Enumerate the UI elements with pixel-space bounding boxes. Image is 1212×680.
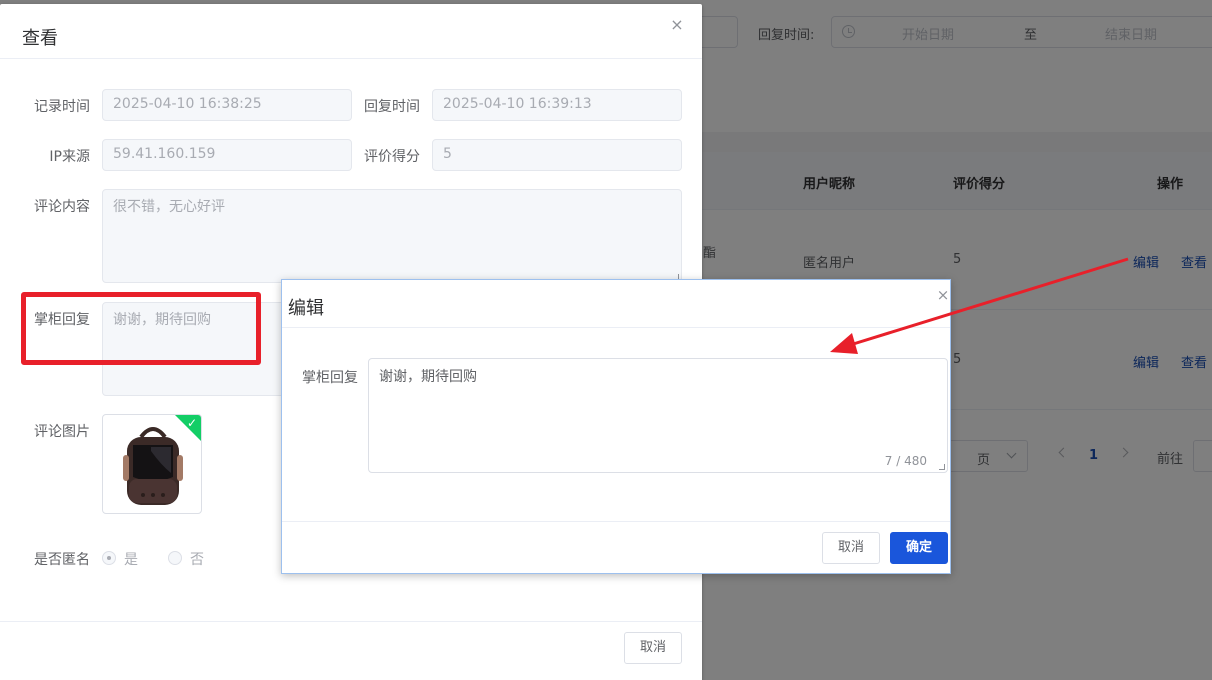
highlight-box (21, 292, 261, 365)
comment-image-thumbnail[interactable]: ✓ (102, 414, 202, 514)
dialog-title: 查看 (22, 28, 58, 49)
view-cancel-button[interactable]: 取消 (624, 632, 682, 664)
divider (0, 58, 702, 59)
dialog-title: 编辑 (288, 298, 324, 319)
anonymous-yes-label: 是 (124, 552, 138, 568)
edit-cancel-button[interactable]: 取消 (822, 532, 880, 564)
resize-handle-icon[interactable] (939, 464, 945, 470)
comment-label: 评论内容 (34, 199, 90, 215)
close-icon[interactable]: × (669, 17, 685, 33)
char-counter: 7 / 480 (884, 454, 927, 468)
record-time-field[interactable]: 2025-04-10 16:38:25 (102, 89, 352, 121)
divider (0, 621, 702, 622)
ip-field[interactable]: 59.41.160.159 (102, 139, 352, 171)
comment-field[interactable]: 很不错，无心好评 (102, 189, 682, 283)
check-icon: ✓ (186, 416, 197, 430)
close-icon[interactable]: × (936, 288, 950, 303)
confirm-button[interactable]: 确定 (890, 532, 948, 564)
reply-time-label: 回复时间 (364, 99, 420, 115)
reply-time-field[interactable]: 2025-04-10 16:39:13 (432, 89, 682, 121)
anonymous-no-label: 否 (190, 552, 204, 568)
score-label: 评价得分 (364, 149, 420, 165)
anonymous-label: 是否匿名 (34, 552, 90, 568)
divider (282, 327, 950, 328)
edit-dialog: 编辑 × 掌柜回复 谢谢，期待回购 7 / 480 取消 确定 (281, 279, 951, 574)
anonymous-no-radio[interactable] (168, 551, 182, 565)
anonymous-yes-radio[interactable] (102, 551, 116, 565)
reply-textarea[interactable]: 谢谢，期待回购 7 / 480 (368, 358, 948, 473)
images-label: 评论图片 (34, 424, 90, 440)
divider (282, 521, 950, 522)
reply-label: 掌柜回复 (302, 370, 358, 386)
record-time-label: 记录时间 (34, 99, 90, 115)
reply-text: 谢谢，期待回购 (379, 369, 477, 385)
score-field[interactable]: 5 (432, 139, 682, 171)
comment-text: 很不错，无心好评 (113, 199, 225, 215)
ip-label: IP来源 (49, 149, 90, 165)
